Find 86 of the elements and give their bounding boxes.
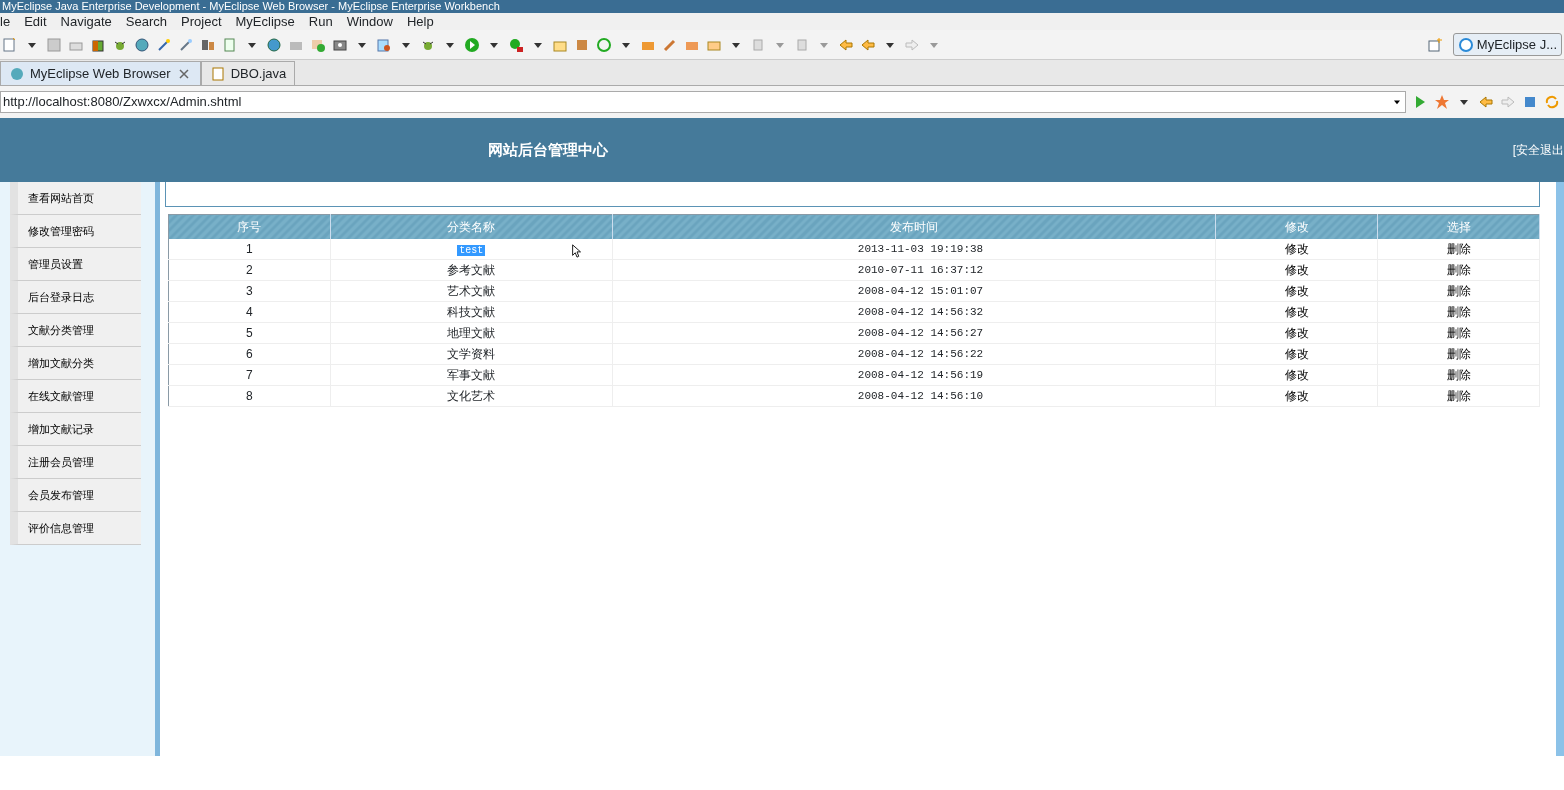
edit-link[interactable]: 修改 xyxy=(1284,263,1309,277)
menu-item[interactable]: MyEclipse xyxy=(235,11,295,32)
delete-link[interactable]: 删除 xyxy=(1446,241,1471,256)
category-name: 参考文献 xyxy=(447,263,496,277)
column-header: 修改 xyxy=(1215,214,1378,239)
edit-link[interactable]: 修改 xyxy=(1284,368,1309,382)
menu-item[interactable]: le xyxy=(0,11,11,32)
column-header: 发布时间 xyxy=(612,214,1216,239)
logout-link[interactable]: [安全退出 xyxy=(1512,141,1564,159)
menu-item[interactable]: Help xyxy=(406,11,434,32)
external-run-icon[interactable] xyxy=(508,36,524,53)
edit-link[interactable]: 修改 xyxy=(1284,326,1309,340)
edit-link[interactable]: 修改 xyxy=(1284,347,1309,361)
sidebar-item[interactable]: 评价信息管理 xyxy=(10,512,141,545)
table-cell: 1 xyxy=(168,238,331,260)
table-cell: 2008-04-12 14:56:10 xyxy=(612,385,1216,407)
star-icon[interactable] xyxy=(1434,94,1450,110)
tab-label: MyEclipse Web Browser xyxy=(30,64,171,83)
run-icon[interactable] xyxy=(464,36,480,53)
menu-item[interactable]: Run xyxy=(308,11,333,32)
menu-item[interactable]: Project xyxy=(181,11,222,32)
wand-icon[interactable] xyxy=(178,36,194,53)
table-cell: 5 xyxy=(168,322,331,344)
edit-link[interactable]: 修改 xyxy=(1284,284,1309,298)
table-cell: 8 xyxy=(168,385,331,407)
new-file-icon[interactable] xyxy=(2,36,18,53)
sidebar-item[interactable]: 增加文献分类 xyxy=(10,347,141,380)
open-perspective-icon[interactable] xyxy=(1426,36,1443,53)
category-name: 地理文献 xyxy=(447,326,496,340)
window-title: MyEclipse Java Enterprise Development - MyEclipse Web Browser - MyEclipse Enterprise Workbench xyxy=(0,0,1564,13)
table-cell: 2008-04-12 14:56:27 xyxy=(612,322,1216,344)
table-cell: 2008-04-12 14:56:32 xyxy=(612,301,1216,323)
category-name: test xyxy=(457,244,486,256)
java-file-icon[interactable] xyxy=(209,65,226,82)
table-cell: 3 xyxy=(168,280,331,302)
menu-item[interactable]: Window xyxy=(346,11,393,32)
category-name: 军事文献 xyxy=(447,368,496,382)
wand-icon[interactable] xyxy=(156,36,172,53)
delete-link[interactable]: 删除 xyxy=(1446,389,1471,403)
back-arrow-icon[interactable] xyxy=(838,36,854,53)
table-cell: 2008-04-12 15:01:07 xyxy=(612,280,1216,302)
table-cell: 7 xyxy=(168,364,331,386)
edit-link[interactable]: 修改 xyxy=(1284,389,1309,403)
column-header: 分类名称 xyxy=(330,214,613,239)
address-field[interactable]: http://localhost:8080/Zxwxcx/Admin.shtml xyxy=(0,91,1406,113)
delete-link[interactable]: 删除 xyxy=(1446,347,1471,361)
editor-tab[interactable]: MyEclipse Web Browser xyxy=(0,61,201,85)
category-name: 艺术文献 xyxy=(447,284,496,298)
sidebar-item[interactable]: 管理员设置 xyxy=(10,248,141,281)
sidebar-item[interactable]: 后台登录日志 xyxy=(10,281,141,314)
menu-item[interactable]: Edit xyxy=(24,11,47,32)
table-cell: 2 xyxy=(168,259,331,281)
menu-item[interactable]: Navigate xyxy=(60,11,112,32)
delete-link[interactable]: 删除 xyxy=(1446,263,1471,277)
table-cell: 2010-07-11 16:37:12 xyxy=(612,259,1216,281)
back-arrow-icon[interactable] xyxy=(860,36,876,53)
sidebar-item[interactable]: 查看网站首页 xyxy=(10,182,141,215)
column-header: 选择 xyxy=(1377,214,1540,239)
sidebar-item[interactable]: 在线文献管理 xyxy=(10,380,141,413)
menu-item[interactable]: Search xyxy=(125,11,168,32)
table-cell: 2013-11-03 19:19:38 xyxy=(612,238,1216,260)
table-cell: 6 xyxy=(168,343,331,365)
stop-icon[interactable] xyxy=(1522,94,1538,110)
editor-tab[interactable]: DBO.java xyxy=(200,61,296,85)
table-cell: 4 xyxy=(168,301,331,323)
delete-link[interactable]: 删除 xyxy=(1446,368,1471,382)
delete-link[interactable]: 删除 xyxy=(1446,305,1471,319)
category-name: 文化艺术 xyxy=(447,389,496,403)
back-arrow-icon[interactable] xyxy=(1478,94,1494,110)
column-header: 序号 xyxy=(168,214,331,239)
sidebar-item[interactable]: 修改管理密码 xyxy=(10,215,141,248)
delete-link[interactable]: 删除 xyxy=(1446,284,1471,298)
edit-link[interactable]: 修改 xyxy=(1284,305,1309,319)
edit-link[interactable]: 修改 xyxy=(1284,241,1309,256)
perspective-button[interactable]: MyEclipse J... xyxy=(1452,32,1562,57)
table-cell: 2008-04-12 14:56:22 xyxy=(612,343,1216,365)
table-cell: 2008-04-12 14:56:19 xyxy=(612,364,1216,386)
tab-label: DBO.java xyxy=(230,64,287,83)
category-name: 文学资料 xyxy=(447,347,496,361)
category-name: 科技文献 xyxy=(447,305,496,319)
sidebar-item[interactable]: 会员发布管理 xyxy=(10,479,141,512)
delete-link[interactable]: 删除 xyxy=(1446,326,1471,340)
sidebar-item[interactable]: 增加文献记录 xyxy=(10,413,141,446)
sidebar-item[interactable]: 文献分类管理 xyxy=(10,314,141,347)
header-title: 网站后台管理中心 xyxy=(488,139,608,160)
sidebar-item[interactable]: 注册会员管理 xyxy=(10,446,141,479)
